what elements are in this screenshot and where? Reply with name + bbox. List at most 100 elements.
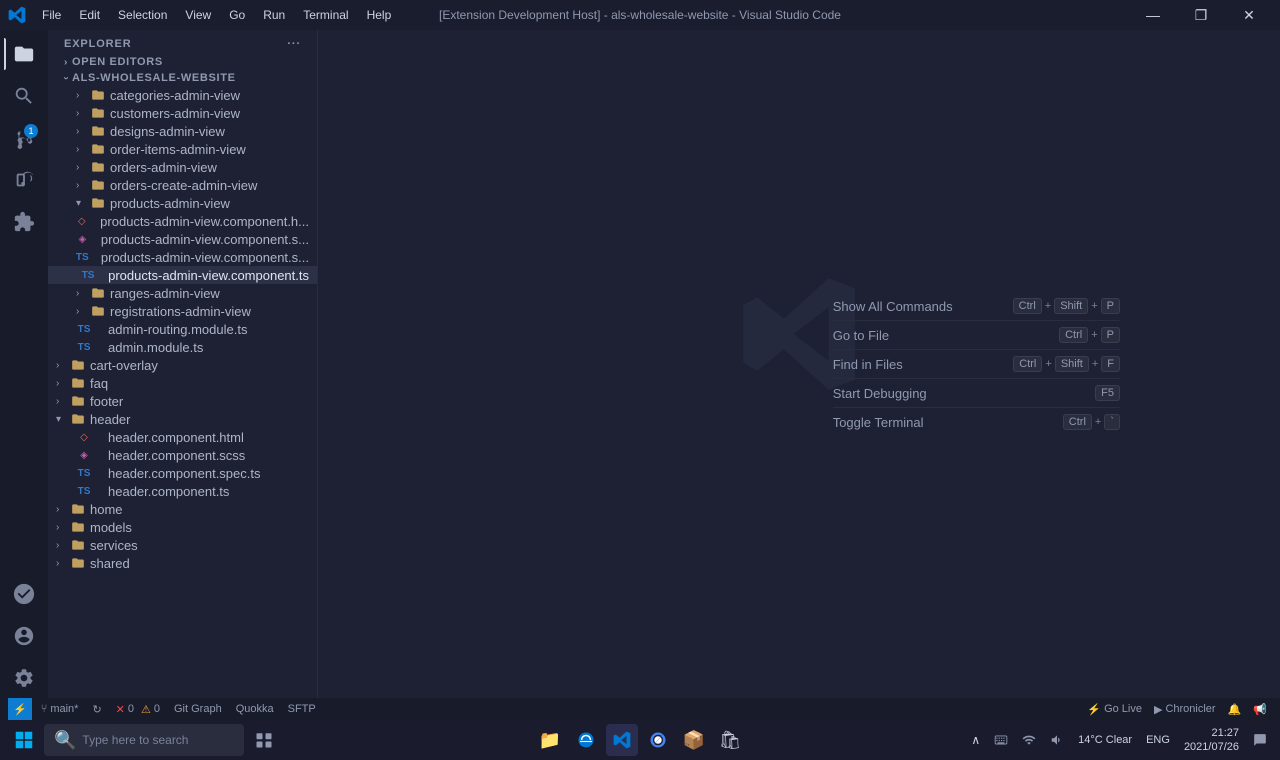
explorer-activity-icon[interactable] bbox=[4, 34, 44, 74]
tree-item-cart-overlay[interactable]: ›cart-overlay bbox=[48, 356, 317, 374]
sidebar-header-actions[interactable]: ··· bbox=[287, 38, 301, 50]
taskbar-edge[interactable] bbox=[570, 724, 602, 756]
tree-item-models[interactable]: ›models bbox=[48, 518, 317, 536]
tree-item-customers-admin-view[interactable]: ›customers-admin-view bbox=[48, 104, 317, 122]
tree-item-label: services bbox=[90, 538, 138, 553]
notifications-status-item[interactable]: 🔔 bbox=[1223, 698, 1247, 720]
tree-item-orders-admin-view[interactable]: ›orders-admin-view bbox=[48, 158, 317, 176]
tree-item-label: cart-overlay bbox=[90, 358, 158, 373]
menu-selection[interactable]: Selection bbox=[110, 6, 175, 24]
folder-chevron: › bbox=[56, 558, 68, 569]
tree-item-products-admin-view.component.s[interactable]: ◈products-admin-view.component.s... bbox=[48, 230, 317, 248]
tree-item-orders-create-admin-view[interactable]: ›orders-create-admin-view bbox=[48, 176, 317, 194]
folder-icon bbox=[70, 519, 86, 535]
tree-item-order-items-admin-view[interactable]: ›order-items-admin-view bbox=[48, 140, 317, 158]
start-debugging-label[interactable]: Start Debugging bbox=[833, 386, 927, 401]
find-in-files-label[interactable]: Find in Files bbox=[833, 357, 903, 372]
tree-item-header[interactable]: ▾header bbox=[48, 410, 317, 428]
sync-status-item[interactable]: ↻ bbox=[87, 698, 106, 720]
tree-item-header.component.html[interactable]: ◇header.component.html bbox=[48, 428, 317, 446]
run-debug-activity-icon[interactable] bbox=[4, 160, 44, 200]
taskbar-volume-icon[interactable] bbox=[1045, 729, 1069, 751]
tree-item-header.component.scss[interactable]: ◈header.component.scss bbox=[48, 446, 317, 464]
start-debugging-row: Start Debugging F5 bbox=[833, 379, 1120, 408]
taskbar-vscode[interactable] bbox=[606, 724, 638, 756]
branch-status-item[interactable]: ⑂ main* bbox=[36, 698, 84, 720]
git-graph-status-item[interactable]: Git Graph bbox=[169, 698, 227, 720]
tree-item-home[interactable]: ›home bbox=[48, 500, 317, 518]
maximize-button[interactable]: ❐ bbox=[1178, 0, 1224, 30]
taskbar-chrome[interactable] bbox=[642, 724, 674, 756]
folder-icon bbox=[90, 105, 106, 121]
menu-terminal[interactable]: Terminal bbox=[295, 6, 356, 24]
tree-item-admin-routing.module.ts[interactable]: TSadmin-routing.module.ts bbox=[48, 320, 317, 338]
tree-item-products-admin-view[interactable]: ▾products-admin-view bbox=[48, 194, 317, 212]
tree-item-products-admin-view.component.ts[interactable]: TSproducts-admin-view.component.ts bbox=[48, 266, 317, 284]
close-button[interactable]: ✕ bbox=[1226, 0, 1272, 30]
taskbar-store[interactable]: 🛍 bbox=[714, 724, 746, 756]
taskbar-search-icon: 🔍 bbox=[54, 730, 76, 751]
chronicler-status-item[interactable]: ▶ Chronicler bbox=[1149, 698, 1221, 720]
tree-item-footer[interactable]: ›footer bbox=[48, 392, 317, 410]
taskbar-keyboard-icon[interactable] bbox=[989, 729, 1013, 751]
taskbar-notifications[interactable] bbox=[1248, 729, 1272, 751]
remote-explorer-activity-icon[interactable] bbox=[4, 574, 44, 614]
tree-item-services[interactable]: ›services bbox=[48, 536, 317, 554]
tree-item-label: order-items-admin-view bbox=[110, 142, 246, 157]
workspace-section[interactable]: › ALS-WHOLESALE-WEBSITE bbox=[48, 70, 317, 86]
taskbar-expand-tray[interactable]: ∧ bbox=[966, 729, 985, 751]
tree-item-admin.module.ts[interactable]: TSadmin.module.ts bbox=[48, 338, 317, 356]
menu-run[interactable]: Run bbox=[255, 6, 293, 24]
tree-item-header.component.ts[interactable]: TSheader.component.ts bbox=[48, 482, 317, 500]
folder-chevron: › bbox=[76, 306, 88, 317]
tree-item-designs-admin-view[interactable]: ›designs-admin-view bbox=[48, 122, 317, 140]
accounts-activity-icon[interactable] bbox=[4, 616, 44, 656]
ts-icon: TS bbox=[80, 267, 96, 283]
menu-file[interactable]: File bbox=[34, 6, 69, 24]
quokka-status-item[interactable]: Quokka bbox=[231, 698, 279, 720]
open-editors-section[interactable]: › Open Editors bbox=[48, 54, 317, 70]
taskbar-terminal[interactable]: 📦 bbox=[678, 724, 710, 756]
errors-status-item[interactable]: ✕ 0 ⚠ 0 bbox=[111, 698, 165, 720]
minimize-button[interactable]: — bbox=[1130, 0, 1176, 30]
scss-icon: ◈ bbox=[76, 447, 92, 463]
tree-item-header.component.spec.ts[interactable]: TSheader.component.spec.ts bbox=[48, 464, 317, 482]
folder-chevron: › bbox=[76, 288, 88, 299]
tree-item-label: header.component.spec.ts bbox=[108, 466, 261, 481]
task-view-button[interactable] bbox=[248, 724, 280, 756]
go-to-file-label[interactable]: Go to File bbox=[833, 328, 889, 343]
tree-item-faq[interactable]: ›faq bbox=[48, 374, 317, 392]
go-live-status-item[interactable]: ⚡ Go Live bbox=[1082, 698, 1147, 720]
tree-item-registrations-admin-view[interactable]: ›registrations-admin-view bbox=[48, 302, 317, 320]
taskbar-file-explorer[interactable]: 📁 bbox=[534, 724, 566, 756]
titlebar-left: File Edit Selection View Go Run Terminal… bbox=[8, 6, 399, 24]
tree-item-products-admin-view.component.spec.ts[interactable]: TSproducts-admin-view.component.s... bbox=[48, 248, 317, 266]
menu-go[interactable]: Go bbox=[221, 6, 253, 24]
menu-help[interactable]: Help bbox=[359, 6, 400, 24]
taskbar-search-label: Type here to search bbox=[82, 733, 188, 747]
source-control-badge: 1 bbox=[24, 124, 38, 138]
tree-item-ranges-admin-view[interactable]: ›ranges-admin-view bbox=[48, 284, 317, 302]
search-activity-icon[interactable] bbox=[4, 76, 44, 116]
taskbar-lang[interactable]: ENG bbox=[1141, 729, 1175, 751]
extensions-activity-icon[interactable] bbox=[4, 202, 44, 242]
feedback-status-item[interactable]: 📢 bbox=[1248, 698, 1272, 720]
source-control-activity-icon[interactable]: 1 bbox=[4, 118, 44, 158]
toggle-terminal-label[interactable]: Toggle Terminal bbox=[833, 415, 924, 430]
menu-edit[interactable]: Edit bbox=[71, 6, 108, 24]
taskbar-clock[interactable]: 21:27 2021/07/26 bbox=[1179, 729, 1244, 751]
scss-icon: ◈ bbox=[74, 231, 90, 247]
tree-item-categories-admin-view[interactable]: ›categories-admin-view bbox=[48, 86, 317, 104]
menu-view[interactable]: View bbox=[177, 6, 219, 24]
taskbar-search[interactable]: 🔍 Type here to search bbox=[44, 724, 244, 756]
start-button[interactable] bbox=[8, 724, 40, 756]
sftp-status-item[interactable]: SFTP bbox=[283, 698, 321, 720]
show-all-commands-label[interactable]: Show All Commands bbox=[833, 299, 953, 314]
settings-activity-icon[interactable] bbox=[4, 658, 44, 698]
taskbar-weather[interactable]: 14°C Clear bbox=[1073, 729, 1137, 751]
remote-status-item[interactable]: ⚡ bbox=[8, 698, 32, 720]
toggle-terminal-keys: Ctrl + ` bbox=[1063, 414, 1120, 430]
tree-item-shared[interactable]: ›shared bbox=[48, 554, 317, 572]
tree-item-products-admin-view.component.h[interactable]: ◇products-admin-view.component.h... bbox=[48, 212, 317, 230]
taskbar-network-icon[interactable] bbox=[1017, 729, 1041, 751]
